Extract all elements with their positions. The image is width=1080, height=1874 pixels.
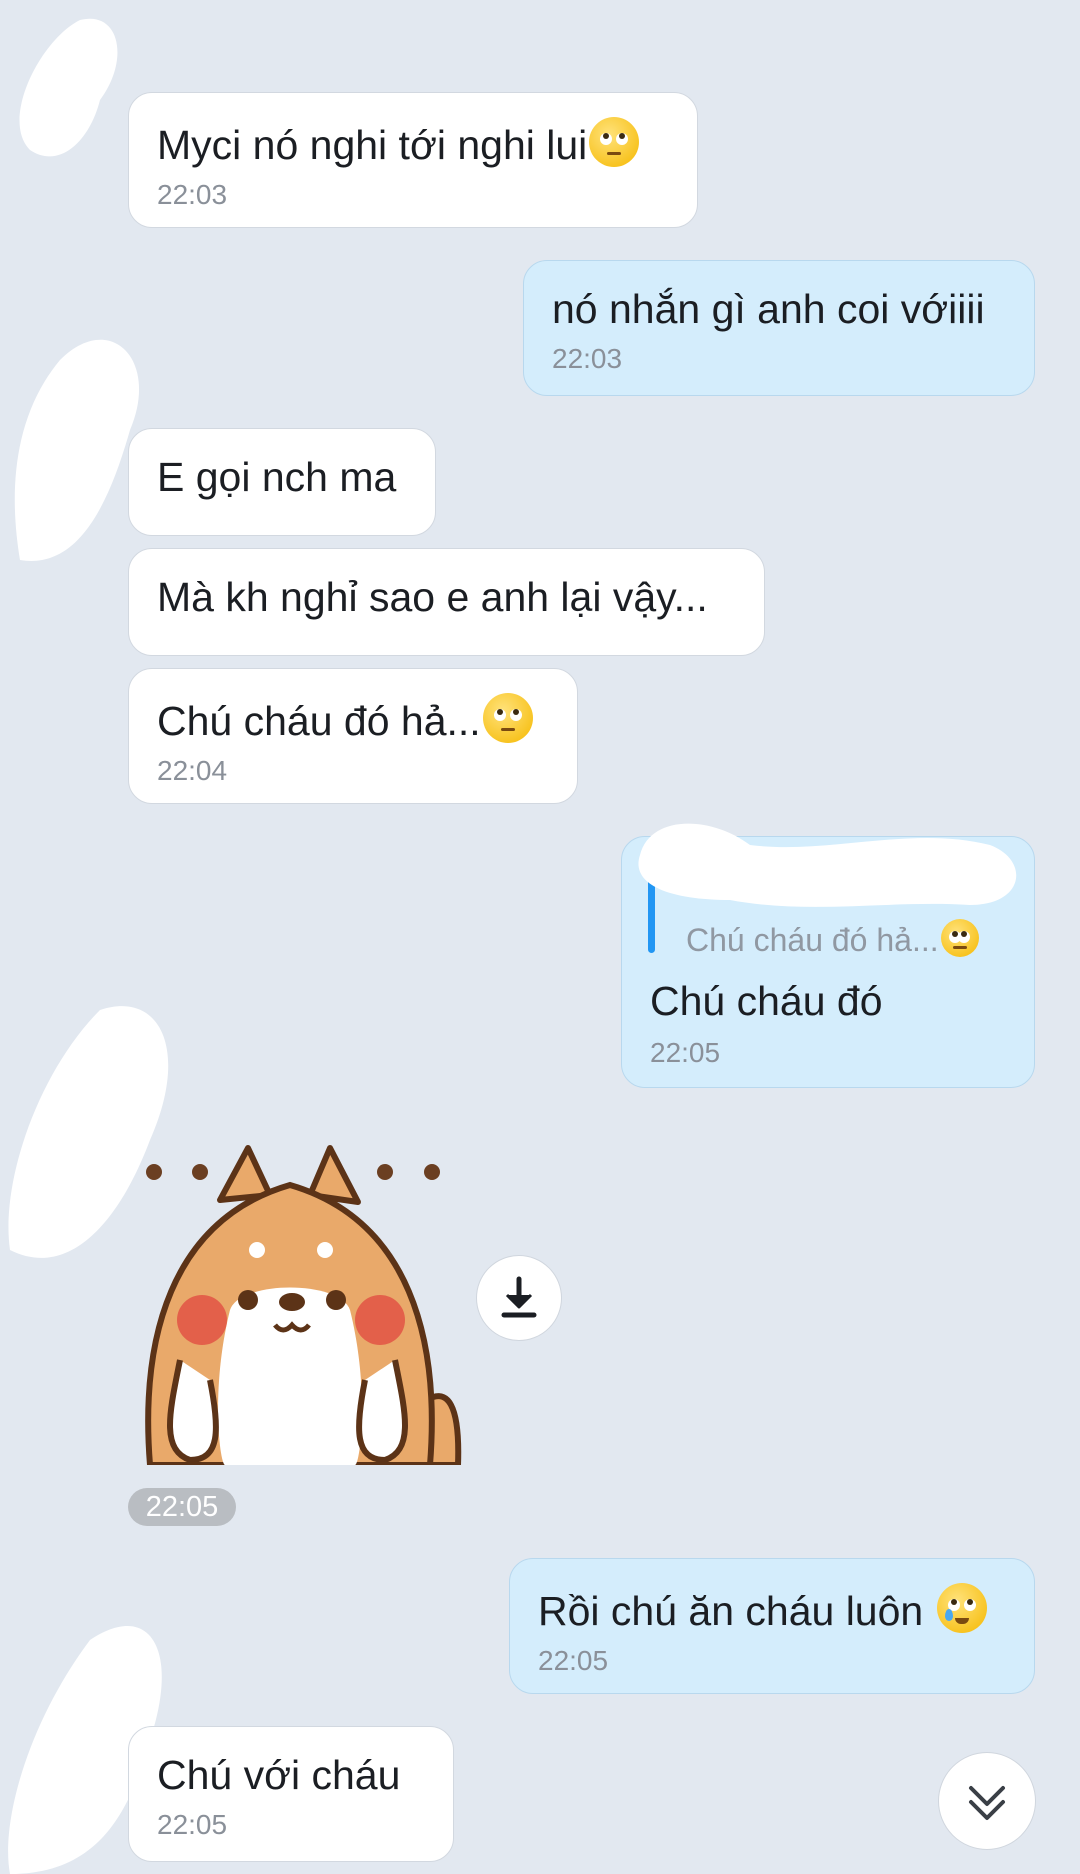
message-bubble-incoming[interactable]: Chú cháu đó hả... 22:04 [128,668,578,804]
shiba-sticker[interactable] [140,1140,470,1465]
message-text: Mà kh nghỉ sao e anh lại vậy... [157,574,708,620]
message-time: 22:03 [157,179,228,210]
message-bubble-incoming[interactable]: Chú với cháu⁣ 22:05 [128,1726,454,1862]
message-time: 22:04 [157,755,228,786]
message-text: nó nhắn gì anh coi vớiiii [552,286,985,332]
sticker-time: 22:05 [128,1488,236,1526]
message-bubble-incoming[interactable]: E gọi nch ma [128,428,436,536]
redacted-sender-name [638,823,1017,907]
message-time: 22:05 [538,1645,609,1676]
message-time: 22:03 [552,343,623,374]
smiling-face-with-tear-icon [936,1583,987,1633]
download-button[interactable] [476,1255,562,1341]
message-text: Chú với cháu⁣ [157,1752,401,1798]
message-bubble-outgoing[interactable]: Rồi chú ăn cháu luôn 22:05 [509,1558,1035,1694]
quoted-message[interactable]: Chú cháu đó hả... [686,919,979,959]
message-text: Chú cháu đó [650,978,883,1024]
redacted-avatar-1 [19,18,118,157]
face-with-rolling-eyes-icon [940,919,979,957]
face-with-rolling-eyes-icon [589,117,640,167]
message-time: 22:05 [157,1809,228,1840]
scroll-to-bottom-button[interactable] [938,1752,1036,1850]
message-text: Rồi chú ăn cháu luôn [538,1588,935,1634]
message-bubble-outgoing[interactable]: nó nhắn gì anh coi vớiiii 22:03 [523,260,1035,396]
double-chevron-down-icon [969,1786,1005,1820]
message-time: 22:05 [650,1037,721,1068]
message-bubble-incoming[interactable]: Myci nó nghi tới nghi lui 22:03 [128,92,698,228]
message-text: E gọi nch ma [157,454,397,500]
face-with-rolling-eyes-icon [482,693,533,743]
download-icon [501,1276,537,1318]
message-text: Myci nó nghi tới nghi lui [157,122,588,168]
quoted-text: Chú cháu đó hả... [686,922,939,958]
message-bubble-incoming[interactable]: Mà kh nghỉ sao e anh lại vậy... [128,548,765,656]
message-text: Chú cháu đó hả... [157,698,481,744]
